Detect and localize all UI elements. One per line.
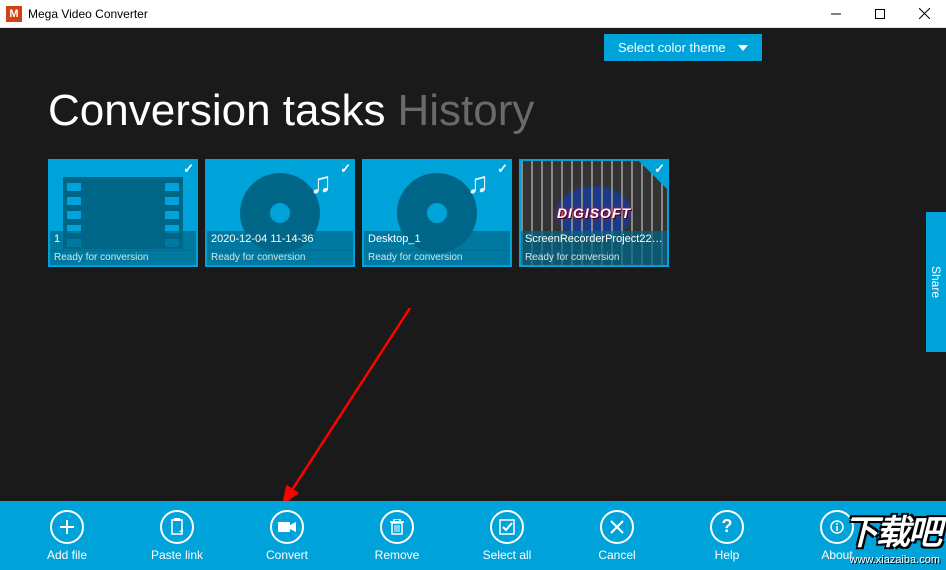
maximize-button[interactable] [858,0,902,28]
tool-label: Select all [483,548,532,562]
clipboard-icon [160,510,194,544]
remove-button[interactable]: Remove [370,510,424,562]
task-tile[interactable]: ♫ 2020-12-04 11-14-36 Ready for conversi… [205,159,355,267]
checkbox-icon [490,510,524,544]
cancel-button[interactable]: Cancel [590,510,644,562]
tile-filename: Desktop_1 [368,233,506,245]
tool-label: Cancel [598,548,635,562]
check-icon [482,161,510,189]
check-icon [639,161,667,189]
info-icon [820,510,854,544]
tool-label: Help [715,548,740,562]
tool-label: Paste link [151,548,203,562]
task-tile[interactable]: DIGISOFT ScreenRecorderProject220... Rea… [519,159,669,267]
window-title: Mega Video Converter [28,7,814,21]
select-all-button[interactable]: Select all [480,510,534,562]
tile-status: Ready for conversion [364,250,510,265]
bottom-toolbar: Add file Paste link Convert Remove Selec… [0,501,946,570]
question-icon: ? [710,510,744,544]
tile-status: Ready for conversion [207,250,353,265]
tab-conversion-tasks[interactable]: Conversion tasks [48,86,385,135]
tile-filename: 1 [54,233,192,245]
main-area: Select color theme Conversion tasksHisto… [0,28,946,501]
close-button[interactable] [902,0,946,28]
convert-button[interactable]: Convert [260,510,314,562]
tile-filename: ScreenRecorderProject220... [525,233,663,245]
theme-button-label: Select color theme [618,40,726,55]
select-color-theme-button[interactable]: Select color theme [604,34,762,61]
tool-label: Convert [266,548,308,562]
camera-icon [270,510,304,544]
task-tile[interactable]: 1 Ready for conversion [48,159,198,267]
add-file-button[interactable]: Add file [40,510,94,562]
share-tab[interactable]: Share [926,212,946,352]
check-icon [168,161,196,189]
tile-status: Ready for conversion [521,250,667,265]
about-button[interactable]: About [810,510,864,562]
chevron-down-icon [738,45,748,51]
share-label: Share [929,266,943,298]
window-controls [814,0,946,28]
tile-status: Ready for conversion [50,250,196,265]
task-tiles: 1 Ready for conversion ♫ 2020-12-04 11-1… [48,159,669,267]
trash-icon [380,510,414,544]
tab-history[interactable]: History [397,86,534,135]
page-heading: Conversion tasksHistory [48,86,534,136]
check-icon [325,161,353,189]
task-tile[interactable]: ♫ Desktop_1 Ready for conversion [362,159,512,267]
annotation-arrow [240,308,420,518]
plus-icon [50,510,84,544]
minimize-button[interactable] [814,0,858,28]
tile-filename: 2020-12-04 11-14-36 [211,233,349,245]
tool-label: Remove [375,548,420,562]
tool-label: About [821,548,852,562]
paste-link-button[interactable]: Paste link [150,510,204,562]
titlebar: M Mega Video Converter [0,0,946,28]
x-icon [600,510,634,544]
help-button[interactable]: ? Help [700,510,754,562]
tool-label: Add file [47,548,87,562]
app-icon: M [6,6,22,22]
